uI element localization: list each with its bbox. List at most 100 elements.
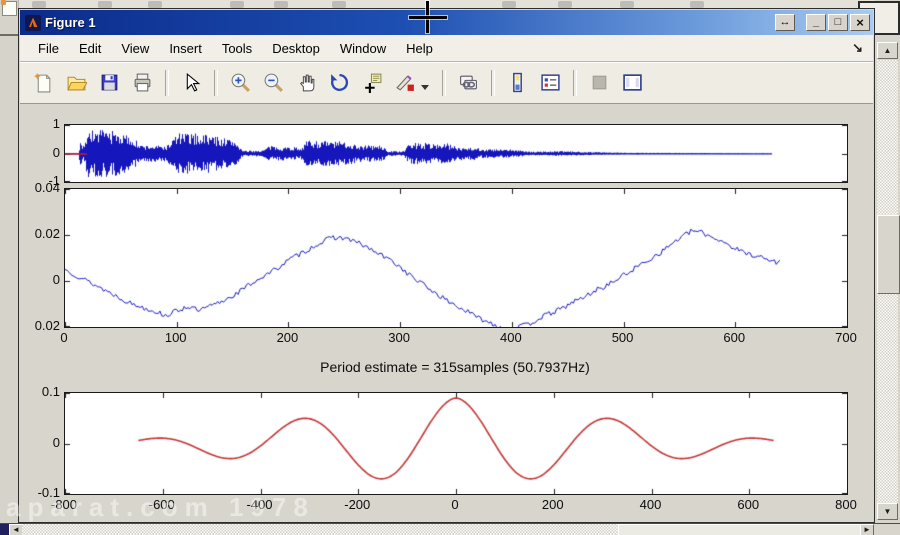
tick-label: 600 xyxy=(737,497,760,512)
dock-figure-arrow[interactable]: ↘ xyxy=(852,40,863,56)
tick-label: 300 xyxy=(388,330,410,345)
tick-label: 0.02 xyxy=(34,226,60,241)
save-icon xyxy=(101,74,117,91)
vertical-scroll-thumb[interactable] xyxy=(877,215,900,294)
horizontal-scroll-thumb[interactable] xyxy=(618,524,862,535)
link-icon xyxy=(459,75,477,90)
tick-label: 0 xyxy=(52,434,60,450)
dock-undock-button[interactable]: ↔ xyxy=(775,14,795,31)
hide-plot-tools-icon xyxy=(592,75,606,90)
save-button[interactable] xyxy=(96,70,122,96)
tick-label: -600 xyxy=(148,497,175,512)
background-vertical-scrollbar[interactable]: ▲ ▼ xyxy=(876,0,900,535)
brush-dropdown-icon[interactable] xyxy=(421,85,429,90)
axes-title: Period estimate = 315samples (50.7937Hz) xyxy=(320,359,590,375)
rotate-icon xyxy=(330,73,348,91)
background-icon-fragment xyxy=(230,1,244,8)
background-icon-fragment xyxy=(332,1,346,8)
background-icon-fragment xyxy=(558,1,572,8)
menu-item-window[interactable]: Window xyxy=(330,38,396,59)
insert-colorbar-button[interactable] xyxy=(504,70,530,96)
rotate-3d-button[interactable] xyxy=(326,70,352,96)
axes-autocorrelation xyxy=(64,392,848,495)
scroll-up-button[interactable]: ▲ xyxy=(877,42,898,59)
show-plot-tools-icon xyxy=(622,74,642,91)
tick-label: 600 xyxy=(723,330,746,345)
tick-label: 0 xyxy=(52,144,60,160)
background-new-document-icon xyxy=(1,0,17,16)
background-icon-fragment xyxy=(620,1,634,8)
screen: ▲ ▼ ◄ ► Figure 1 ↔ _ □ × File Edit View … xyxy=(0,0,900,535)
data-cursor-button[interactable] xyxy=(359,70,385,96)
tick-label: -800 xyxy=(50,497,78,512)
menu-item-view[interactable]: View xyxy=(111,38,159,59)
tick-label: 700 xyxy=(835,330,857,345)
zoom-in-button[interactable] xyxy=(227,70,253,96)
background-icon-fragment xyxy=(502,1,516,8)
figure-window: Figure 1 ↔ _ □ × File Edit View Insert T… xyxy=(18,8,875,523)
scrollbar-track[interactable] xyxy=(22,524,618,535)
menu-item-desktop[interactable]: Desktop xyxy=(262,38,330,59)
brush-icon xyxy=(395,75,414,91)
link-plot-button[interactable] xyxy=(455,70,481,96)
tick-label: -400 xyxy=(246,497,273,512)
matlab-logo-icon xyxy=(25,14,41,31)
scroll-right-button[interactable]: ► xyxy=(860,524,874,535)
edit-plot-button[interactable] xyxy=(178,70,204,96)
toolbar-separator xyxy=(573,69,577,96)
background-icon-fragment xyxy=(148,1,162,8)
background-icon-fragment xyxy=(98,1,112,8)
menu-item-help[interactable]: Help xyxy=(396,38,443,59)
scroll-left-button[interactable]: ◄ xyxy=(9,524,23,535)
zoom-in-icon xyxy=(231,73,250,93)
tick-label: 400 xyxy=(639,497,662,512)
tick-label: 100 xyxy=(164,330,187,345)
colorbar-icon xyxy=(512,72,522,93)
toolbar-separator xyxy=(491,69,495,96)
tick-label: 0.04 xyxy=(34,180,60,195)
menu-bar: File Edit View Insert Tools Desktop Wind… xyxy=(20,35,873,62)
open-folder-icon xyxy=(66,76,87,91)
tick-label: 400 xyxy=(499,330,522,345)
background-icon-fragment xyxy=(32,1,46,8)
background-toolbar-sliver xyxy=(18,0,875,8)
tick-label: 200 xyxy=(541,497,564,512)
scroll-down-button[interactable]: ▼ xyxy=(877,503,898,520)
show-plot-tools-button[interactable] xyxy=(619,70,645,96)
waveform-plot xyxy=(65,125,847,182)
tick-label: 0 xyxy=(52,272,60,287)
background-icon-fragment xyxy=(690,1,704,8)
zoom-out-button[interactable] xyxy=(260,70,286,96)
menu-item-tools[interactable]: Tools xyxy=(212,38,262,59)
menu-item-file[interactable]: File xyxy=(28,38,69,59)
print-button[interactable] xyxy=(129,70,155,96)
data-cursor-icon xyxy=(364,73,381,93)
close-button[interactable]: × xyxy=(850,14,870,31)
pan-button[interactable] xyxy=(293,70,319,96)
tick-label: 0.1 xyxy=(41,384,60,399)
figure-titlebar[interactable]: Figure 1 ↔ _ □ × xyxy=(20,10,873,35)
open-file-button[interactable] xyxy=(63,70,89,96)
background-icon-fragment xyxy=(274,1,288,8)
brush-button[interactable] xyxy=(392,70,418,96)
toolbar-separator xyxy=(442,69,446,96)
tick-label: 0 xyxy=(451,497,459,512)
toolbar-separator xyxy=(214,69,218,96)
axes-waveform xyxy=(64,124,848,183)
legend-icon xyxy=(540,74,560,91)
tick-label: 1 xyxy=(52,116,60,131)
maximize-button[interactable]: □ xyxy=(828,14,848,31)
hide-plot-tools-button[interactable] xyxy=(586,70,612,96)
scrollbar-corner xyxy=(0,524,9,535)
menu-item-insert[interactable]: Insert xyxy=(159,38,212,59)
background-horizontal-scrollbar[interactable]: ◄ ► xyxy=(0,523,900,535)
pitch-contour-plot xyxy=(65,189,847,327)
new-file-button[interactable] xyxy=(30,70,56,96)
minimize-button[interactable]: _ xyxy=(806,14,826,31)
menu-item-edit[interactable]: Edit xyxy=(69,38,111,59)
tick-label: 500 xyxy=(611,330,634,345)
printer-icon xyxy=(134,73,150,92)
insert-legend-button[interactable] xyxy=(537,70,563,96)
tick-label: 0 xyxy=(60,330,68,345)
crosshair-horizontal-bar xyxy=(409,16,447,19)
